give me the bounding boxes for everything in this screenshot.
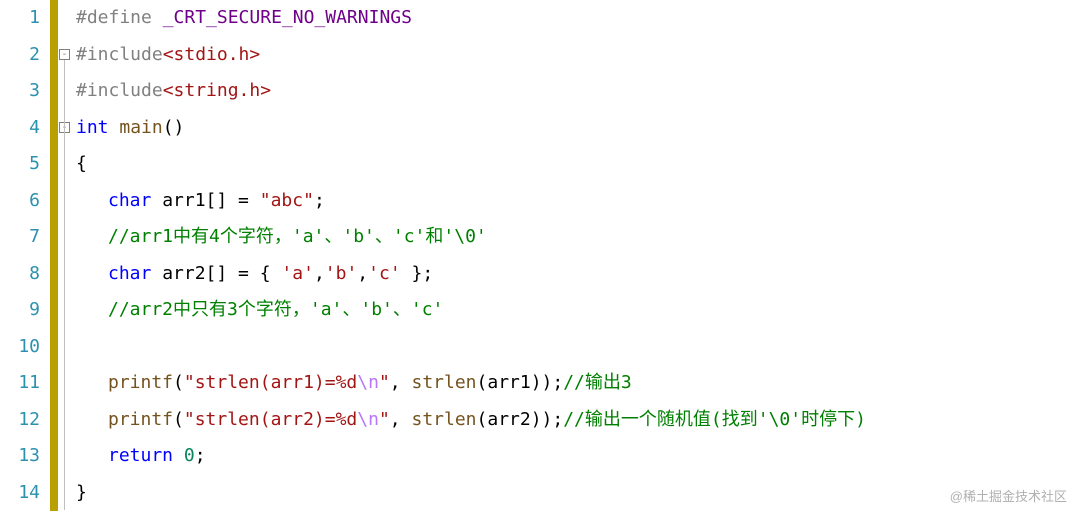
line-number: 6 xyxy=(0,183,40,220)
brace-token: { xyxy=(76,153,87,174)
code-line: //arr2中只有3个字符，'a'、'b'、'c' xyxy=(76,292,1075,329)
comment-token: //输出一个随机值(找到'\0'时停下) xyxy=(563,409,866,430)
line-number: 12 xyxy=(0,402,40,439)
escape-token: \n xyxy=(357,409,379,430)
code-line: #define _CRT_SECURE_NO_WARNINGS xyxy=(76,0,1075,37)
line-number: 10 xyxy=(0,329,40,366)
code-line: #include<stdio.h> xyxy=(76,37,1075,74)
header-token: <string.h> xyxy=(163,80,271,101)
brace-token: } xyxy=(76,482,87,503)
paren-token: () xyxy=(163,117,185,138)
macro-token: _CRT_SECURE_NO_WARNINGS xyxy=(163,7,412,28)
fold-guide-line xyxy=(64,60,65,510)
code-line: #include<string.h> xyxy=(76,73,1075,110)
code-line: char arr1[] = "abc"; xyxy=(76,183,1075,220)
code-line: printf("strlen(arr1)=%d\n", strlen(arr1)… xyxy=(76,365,1075,402)
preproc-token: #define xyxy=(76,7,163,28)
fold-column: - - xyxy=(58,0,72,511)
fold-toggle-icon[interactable]: - xyxy=(59,49,70,60)
line-number: 3 xyxy=(0,73,40,110)
ident-token: arr2[] = { xyxy=(162,263,281,284)
keyword-token: return xyxy=(108,445,173,466)
escape-token: \n xyxy=(357,372,379,393)
line-number: 5 xyxy=(0,146,40,183)
header-token: <stdio.h> xyxy=(163,44,261,65)
line-number: 9 xyxy=(0,292,40,329)
number-token: 0 xyxy=(184,445,195,466)
func-token: printf xyxy=(108,409,173,430)
preproc-token: #include xyxy=(76,44,163,65)
code-line: int main() xyxy=(76,110,1075,147)
line-number: 8 xyxy=(0,256,40,293)
line-number: 1 xyxy=(0,0,40,37)
comment-token: //arr2中只有3个字符，'a'、'b'、'c' xyxy=(108,299,443,320)
code-line: char arr2[] = { 'a','b','c' }; xyxy=(76,256,1075,293)
code-line: } xyxy=(76,475,1075,511)
line-number: 14 xyxy=(0,475,40,511)
line-number: 11 xyxy=(0,365,40,402)
code-line: printf("strlen(arr2)=%d\n", strlen(arr2)… xyxy=(76,402,1075,439)
comment-token: //输出3 xyxy=(563,372,632,393)
code-line xyxy=(76,329,1075,366)
code-line: { xyxy=(76,146,1075,183)
line-number: 7 xyxy=(0,219,40,256)
func-token: printf xyxy=(108,372,173,393)
line-number: 2 xyxy=(0,37,40,74)
string-token: "abc" xyxy=(260,190,314,211)
ident-token: arr1[] = xyxy=(162,190,260,211)
line-number-gutter: 1 2 3 4 5 6 7 8 9 10 11 12 13 14 xyxy=(0,0,50,511)
code-line: return 0; xyxy=(76,438,1075,475)
keyword-token: char xyxy=(108,190,151,211)
line-number: 4 xyxy=(0,110,40,147)
code-line: //arr1中有4个字符，'a'、'b'、'c'和'\0' xyxy=(76,219,1075,256)
preproc-token: #include xyxy=(76,80,163,101)
comment-token: //arr1中有4个字符，'a'、'b'、'c'和'\0' xyxy=(108,226,487,247)
code-editor[interactable]: #define _CRT_SECURE_NO_WARNINGS #include… xyxy=(72,0,1075,511)
keyword-token: char xyxy=(108,263,151,284)
keyword-token: int xyxy=(76,117,109,138)
func-token: main xyxy=(119,117,162,138)
watermark-text: @稀土掘金技术社区 xyxy=(950,486,1067,505)
change-margin xyxy=(50,0,58,511)
line-number: 13 xyxy=(0,438,40,475)
